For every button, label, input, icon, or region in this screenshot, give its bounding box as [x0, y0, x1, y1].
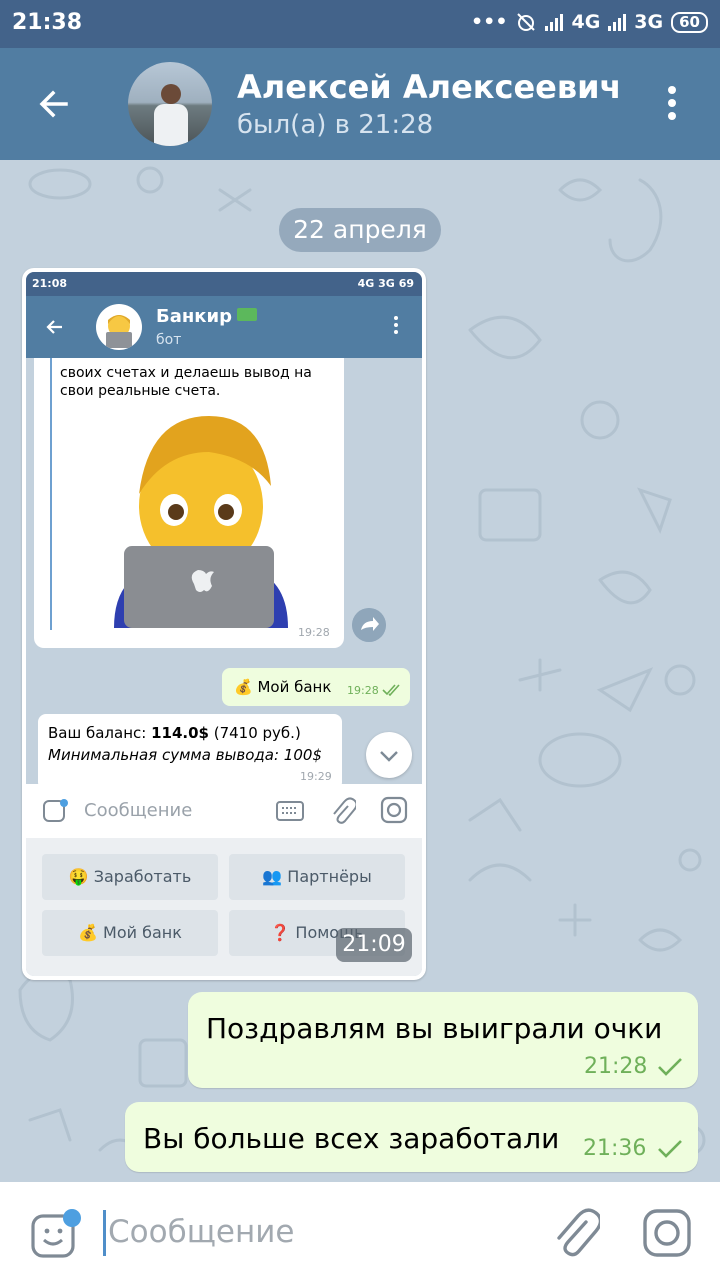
sticker-icon — [43, 799, 68, 822]
outgoing-message[interactable]: Вы больше всех заработали 21:36 — [125, 1102, 698, 1172]
bot-message-time: 19:28 — [298, 626, 330, 639]
mini-chat: своих счетах и делаешь вывод на свои реа… — [26, 358, 422, 784]
back-arrow-icon[interactable] — [34, 84, 74, 124]
mini-network-4g: 4G — [357, 277, 375, 290]
man-technologist-emoji — [114, 416, 288, 628]
mini-input-placeholder: Сообщение — [84, 800, 193, 821]
more-vert-icon — [392, 316, 400, 340]
status-bar: 21:38 ••• 4G 3G 60 — [0, 0, 720, 48]
message-input[interactable]: Сообщение — [108, 1214, 294, 1250]
chat-area[interactable]: 22 апреля 21:08 4G 3G 69 Банкир бот свои… — [0, 160, 720, 1182]
balance-time: 19:29 — [300, 770, 332, 783]
check-icon — [658, 1058, 682, 1076]
mini-status-time: 21:08 — [32, 277, 68, 290]
bot-message-text: своих счетах и делаешь вывод на свои реа… — [60, 365, 312, 399]
bot-avatar — [96, 304, 142, 350]
partners-button: 👥 Партнёры — [229, 854, 405, 900]
mini-battery: 69 — [398, 277, 414, 290]
balance-message: Ваш баланс: 114.0$ (7410 руб.) Минимальн… — [38, 714, 342, 784]
alarm-off-icon — [517, 13, 536, 31]
status-icons: ••• 4G 3G 60 — [471, 11, 708, 33]
attach-icon[interactable] — [552, 1208, 600, 1258]
text-cursor — [103, 1210, 106, 1256]
my-bank-time: 19:28 — [347, 684, 379, 697]
image-message-time: 21:09 — [336, 928, 412, 962]
attach-icon — [333, 797, 356, 824]
my-bank-message: 💰 Мой банк 19:28 — [222, 668, 410, 706]
balance-line: Ваш баланс: 114.0$ (7410 руб.) — [48, 724, 301, 742]
bot-label: бот — [156, 332, 182, 348]
image-message[interactable]: 21:08 4G 3G 69 Банкир бот своих счетах и… — [22, 268, 426, 980]
more-vert-icon[interactable] — [662, 86, 682, 126]
mini-header: Банкир бот — [26, 296, 422, 358]
sticker-icon[interactable] — [30, 1208, 84, 1260]
bot-message: своих счетах и делаешь вывод на свои реа… — [34, 358, 344, 648]
network-3g: 3G — [634, 11, 664, 33]
message-time: 21:28 — [584, 1054, 648, 1079]
back-arrow-icon — [46, 320, 62, 334]
mini-status-icons: 4G 3G 69 — [358, 277, 414, 290]
double-check-icon — [382, 684, 400, 696]
chevron-down-icon — [380, 751, 398, 762]
outgoing-message[interactable]: Поздравлям вы выиграли очки 21:28 — [188, 992, 698, 1088]
chat-header: Алексей Алексеевич был(а) в 21:28 — [0, 48, 720, 160]
signal-icon-2 — [608, 13, 627, 31]
signal-icon — [545, 13, 564, 31]
bot-name: Банкир — [156, 306, 258, 327]
message-time: 21:36 — [583, 1136, 647, 1161]
camera-icon — [380, 796, 408, 824]
message-text: Вы больше всех заработали — [143, 1122, 560, 1155]
scroll-down-button — [366, 732, 412, 778]
mini-network-3g: 3G — [378, 277, 395, 290]
contact-last-seen: был(а) в 21:28 — [237, 110, 434, 140]
date-label: 22 апреля — [279, 208, 441, 252]
min-withdraw-line: Минимальная сумма вывода: 100$ — [48, 746, 322, 764]
camera-icon[interactable] — [642, 1208, 692, 1258]
avatar[interactable] — [128, 62, 212, 146]
forward-icon — [352, 608, 386, 642]
my-bank-text: 💰 Мой банк — [234, 678, 332, 696]
battery-icon: 60 — [671, 11, 708, 33]
mini-status-bar: 21:08 4G 3G 69 — [26, 272, 422, 296]
money-icon — [237, 308, 258, 321]
screenshot-content: 21:08 4G 3G 69 Банкир бот своих счетах и… — [26, 272, 422, 976]
more-notifications-icon: ••• — [471, 11, 508, 33]
message-text: Поздравлям вы выиграли очки — [206, 1012, 663, 1045]
earn-button: 🤑 Заработать — [42, 854, 218, 900]
message-input-bar: Сообщение — [0, 1182, 720, 1280]
network-4g: 4G — [571, 11, 601, 33]
contact-name[interactable]: Алексей Алексеевич — [237, 68, 622, 106]
keyboard-icon — [276, 801, 304, 821]
status-time: 21:38 — [12, 10, 83, 35]
man-technologist-icon — [106, 315, 132, 348]
check-icon — [658, 1140, 682, 1158]
my-bank-button: 💰 Мой банк — [42, 910, 218, 956]
mini-input-bar: Сообщение — [26, 784, 422, 838]
